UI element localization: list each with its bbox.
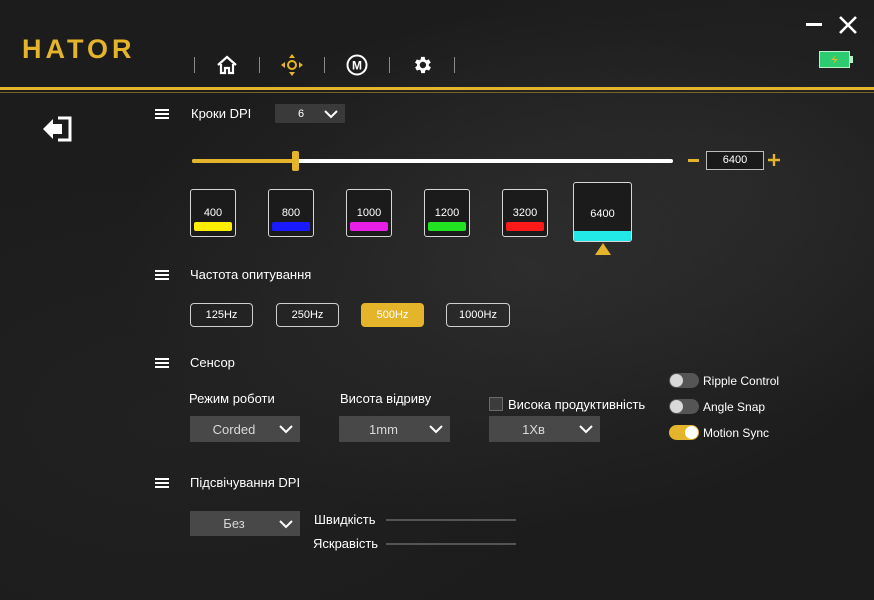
dpi-level-color-bar [272,222,310,231]
gear-icon [415,56,431,74]
home-icon [217,55,237,75]
high-performance-label: Висока продуктивність [508,397,646,412]
dpi-level-color-bar [194,222,232,231]
dpi-level-card[interactable]: 1200 [424,189,470,237]
header-divider [0,87,874,90]
nav-home-button[interactable] [213,51,241,79]
exit-button[interactable] [42,115,74,143]
chevron-down-icon [279,425,293,434]
chevron-down-icon [279,519,293,528]
minimize-button[interactable] [806,23,822,26]
header-divider-shadow [0,92,874,93]
close-icon [839,16,857,34]
nav-divider [389,57,390,73]
dpi-lighting-title: Підсвічування DPI [190,475,301,490]
mode-select[interactable]: Corded [190,416,300,442]
dpi-level-value: 1200 [434,207,460,219]
move-icon [281,54,303,76]
lift-off-label: Висота відриву [340,391,432,406]
polling-500hz-button[interactable]: 500Hz [361,303,424,327]
dpi-level-value: 400 [203,207,223,219]
close-button[interactable] [837,14,859,36]
battery-charging-icon [819,51,853,68]
chevron-down-icon [324,109,338,118]
lighting-mode-select[interactable]: Без [190,511,300,536]
svg-text:M: M [352,59,362,73]
motion-sync-toggle-row[interactable]: Motion Sync [669,425,769,440]
battery-indicator [819,51,853,68]
motion-sync-toggle[interactable] [669,425,699,440]
menu-lines-icon [155,109,169,119]
menu-lines-icon [155,358,169,368]
dpi-level-value: 1000 [356,207,382,219]
plus-icon [768,154,780,166]
mode-label: Режим роботи [189,391,275,406]
motion-sync-label: Motion Sync [703,425,770,440]
mode-value: Corded [212,421,256,437]
dpi-level-card[interactable]: 1000 [346,189,392,237]
brightness-label: Яскравість [313,536,379,551]
ripple-control-label: Ripple Control [703,373,780,388]
dpi-steps-select[interactable]: 6 [275,104,345,123]
ripple-control-toggle-row[interactable]: Ripple Control [669,373,779,388]
lighting-mode-value: Без [223,516,245,531]
dpi-level-value: 800 [281,207,301,219]
nav-divider [259,57,260,73]
lift-off-select[interactable]: 1mm [339,416,450,442]
menu-lines-icon [155,478,169,488]
dpi-level-color-bar [506,222,544,231]
macro-icon: M [346,54,368,76]
chevron-down-icon [429,425,443,434]
dpi-slider-fill [192,159,296,163]
speed-slider[interactable] [386,519,516,521]
dpi-steps-title: Кроки DPI [191,106,252,121]
polling-125hz-button[interactable]: 125Hz [190,303,253,327]
nav-divider [194,57,195,73]
active-level-indicator [595,242,611,255]
nav-macro-button[interactable]: M [343,51,371,79]
brightness-slider[interactable] [386,543,516,545]
dpi-increase-button[interactable] [767,153,781,167]
speed-label: Швидкість [314,512,376,527]
dpi-decrease-button[interactable] [688,159,699,162]
sign-out-icon [43,116,72,142]
dpi-level-color-bar [350,222,388,231]
high-performance-value: 1Хв [522,421,545,437]
high-performance-select[interactable]: 1Хв [489,416,600,442]
hator-logo: HATOR [22,34,136,64]
nav-settings-button[interactable] [408,51,436,79]
dpi-level-value: 3200 [512,207,538,219]
sensor-title: Сенсор [190,355,235,370]
dpi-level-card[interactable]: 3200 [502,189,548,237]
dpi-level-color-bar [574,231,631,241]
ripple-control-toggle[interactable] [669,373,699,388]
high-performance-checkbox[interactable] [489,397,503,411]
nav-divider [454,57,455,73]
triangle-up-icon [595,243,611,255]
main-nav: M [190,50,473,80]
angle-snap-label: Angle Snap [703,399,766,414]
dpi-steps-value: 6 [297,107,305,120]
dpi-level-color-bar [428,222,466,231]
nav-buttons-button[interactable] [278,51,306,79]
dpi-level-card[interactable]: 800 [268,189,314,237]
angle-snap-toggle-row[interactable]: Angle Snap [669,399,765,414]
angle-snap-toggle[interactable] [669,399,699,414]
dpi-level-card-active[interactable]: 6400 [573,182,632,242]
dpi-slider-thumb[interactable] [292,151,299,171]
dpi-level-card[interactable]: 400 [190,189,236,237]
menu-lines-icon [155,270,169,280]
chevron-down-icon [579,425,593,434]
polling-250hz-button[interactable]: 250Hz [276,303,339,327]
polling-1000hz-button[interactable]: 1000Hz [446,303,510,327]
dpi-level-value: 6400 [590,208,615,220]
polling-rate-title: Частота опитування [190,267,312,282]
dpi-value-input[interactable]: 6400 [706,151,764,170]
nav-divider [324,57,325,73]
background [0,0,874,600]
lift-off-value: 1mm [369,421,398,437]
